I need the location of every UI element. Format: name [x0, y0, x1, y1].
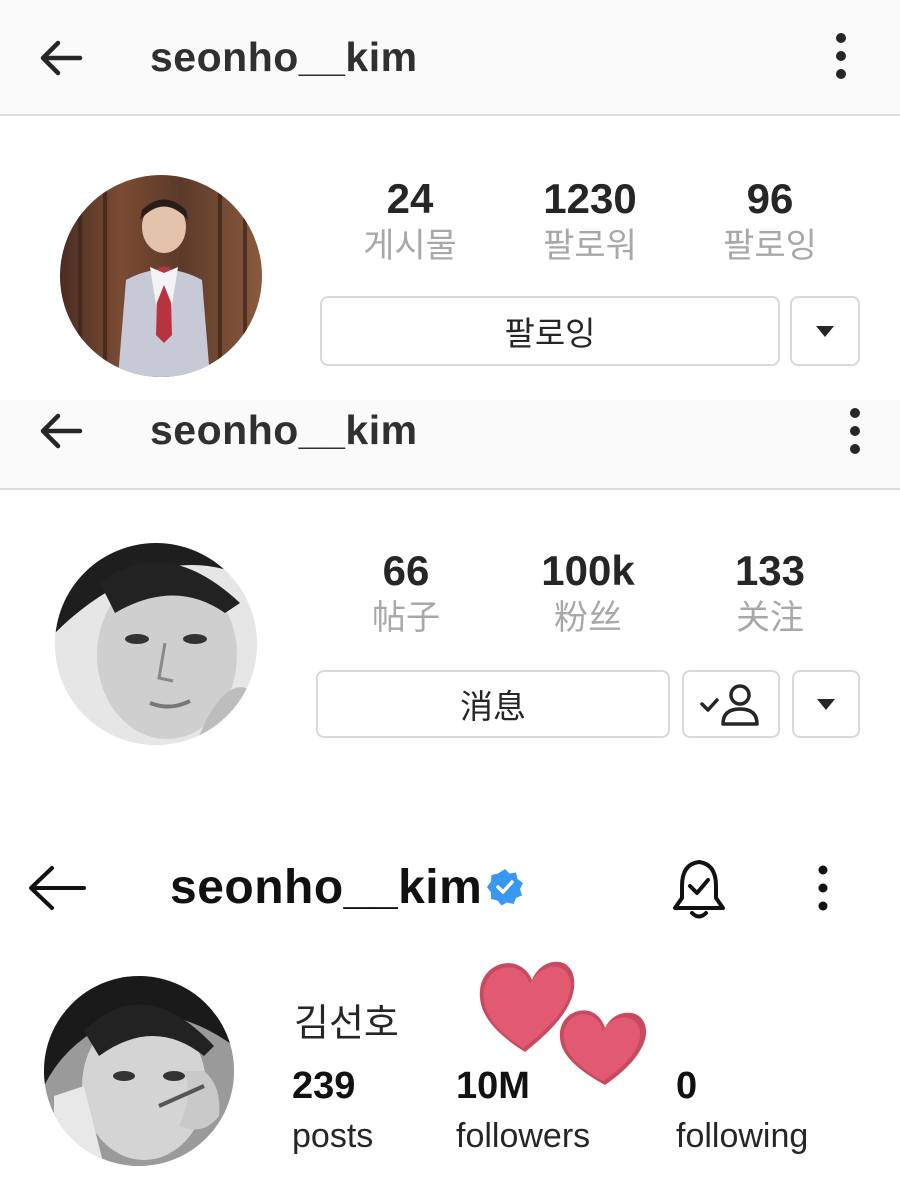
following-count: 133	[734, 547, 806, 594]
followers-label: 粉丝	[554, 599, 622, 638]
followers-stat[interactable]: 1230 팔로워	[500, 175, 680, 266]
following-count: 0	[676, 1065, 698, 1107]
following-stat[interactable]: 0 following	[676, 1065, 809, 1155]
caret-down-icon	[817, 698, 835, 710]
hearts-sticker	[479, 961, 647, 1085]
followers-count: 100k	[541, 547, 635, 594]
profile-screen-korean: seonho__kim 24 게시물 1230 팔로워 96 팔로잉 팔로잉	[0, 0, 900, 400]
verified-badge-icon	[487, 869, 523, 906]
followers-stat[interactable]: 100k 粉丝	[498, 547, 678, 638]
avatar-photo	[55, 543, 257, 745]
profile-screen-english: seonho__kim 김선호 239 posts 10M followers	[0, 820, 900, 1200]
profile-full-name: 김선호	[294, 1003, 399, 1045]
followers-label: 팔로워	[543, 227, 637, 266]
profile-username: seonho__kim	[150, 407, 418, 453]
profile-avatar[interactable]	[55, 543, 257, 745]
message-button-label: 消息	[460, 688, 526, 725]
posts-count: 239	[292, 1065, 356, 1107]
following-count: 96	[746, 175, 794, 222]
followers-count: 1230	[543, 175, 637, 222]
avatar-photo	[78, 175, 247, 377]
following-status-button[interactable]	[682, 670, 780, 738]
following-label: 팔로잉	[723, 227, 817, 266]
posts-stat[interactable]: 66 帖子	[316, 547, 496, 638]
posts-label: 帖子	[372, 599, 440, 638]
back-arrow-icon[interactable]	[34, 404, 88, 458]
back-arrow-icon[interactable]	[34, 31, 88, 85]
profile-username: seonho__kim	[170, 861, 483, 914]
following-button-label: 팔로잉	[504, 315, 596, 352]
following-label: 关注	[736, 599, 804, 638]
message-button[interactable]: 消息	[316, 670, 670, 738]
following-stat[interactable]: 133 关注	[680, 547, 860, 638]
dropdown-button[interactable]	[790, 296, 860, 366]
profile-avatar[interactable]	[60, 175, 262, 377]
posts-stat[interactable]: 24 게시물	[320, 175, 500, 266]
person-check-icon	[700, 684, 759, 726]
profile-screen-chinese: seonho__kim 66 帖子 100k 粉丝 133 关注 消息	[0, 400, 900, 820]
top-toolbar: seonho__kim	[0, 400, 900, 490]
notification-bell-icon[interactable]	[668, 856, 730, 922]
more-options-icon[interactable]	[840, 403, 870, 459]
more-options-icon[interactable]	[826, 28, 856, 84]
posts-stat[interactable]: 239 posts	[292, 1065, 374, 1155]
profile-avatar[interactable]	[44, 976, 234, 1166]
followers-label: followers	[456, 1116, 591, 1155]
more-options-icon[interactable]	[808, 860, 838, 916]
story-highlights-edge	[40, 1190, 210, 1200]
following-stat[interactable]: 96 팔로잉	[680, 175, 860, 266]
posts-label: 게시물	[363, 227, 457, 266]
top-toolbar: seonho__kim	[0, 0, 900, 116]
dropdown-button[interactable]	[792, 670, 860, 738]
posts-count: 66	[382, 547, 430, 594]
profile-username: seonho__kim	[150, 34, 418, 80]
following-button[interactable]: 팔로잉	[320, 296, 780, 366]
back-arrow-icon[interactable]	[26, 862, 88, 914]
following-label: following	[676, 1116, 809, 1155]
posts-label: posts	[292, 1116, 374, 1155]
avatar-photo	[44, 976, 234, 1166]
posts-count: 24	[386, 175, 434, 222]
caret-down-icon	[816, 325, 834, 337]
